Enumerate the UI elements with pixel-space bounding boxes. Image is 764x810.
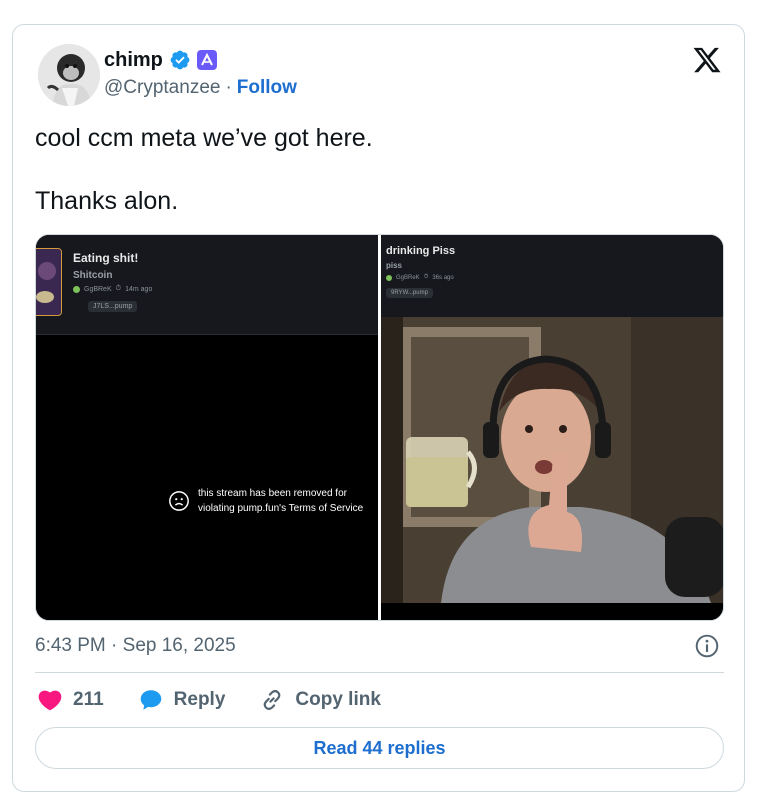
read-replies-button[interactable]: Read 44 replies [35,727,724,769]
clock-icon: ⏱ [115,285,122,292]
contract-chip: J7LS...pump [88,301,138,312]
display-name[interactable]: chimp [104,49,163,72]
stream-header: drinking Piss piss GgBReK ⏱ 36s ago 9RYW… [381,235,723,317]
stream-thumbnail [36,248,62,316]
stream-title: drinking Piss [386,245,456,257]
avatar[interactable] [38,44,100,106]
handle-separator: · [225,77,232,98]
stream-age: 36s ago [432,274,454,281]
follow-button[interactable]: Follow [237,77,297,99]
stream-subtitle: Shitcoin [73,270,113,281]
stream-creator: GgBReK [84,285,112,293]
copy-link-label: Copy link [295,689,381,710]
tweet-media[interactable]: Eating shit! Shitcoin GgBReK ⏱ 14m ago J… [35,234,724,621]
contract-chip: 9RYW...pump [386,288,433,298]
reply-label: Reply [173,689,226,710]
reply-button[interactable]: Reply [138,687,226,713]
handle[interactable]: @Cryptanzee [104,77,220,99]
verified-icon [170,50,190,70]
tweet-text-line-2: Thanks alon. [35,187,179,215]
stream-meta: GgBReK ⏱ 36s ago [386,274,454,281]
stream-meta: GgBReK ⏱ 14m ago [73,285,152,293]
stream-video-frame [381,317,723,603]
media-right-pane[interactable]: drinking Piss piss GgBReK ⏱ 36s ago 9RYW… [381,235,723,620]
tweet-actions: 211 Reply Copy link [37,687,415,713]
stream-subtitle: piss [386,261,403,270]
media-left-pane[interactable]: Eating shit! Shitcoin GgBReK ⏱ 14m ago J… [36,235,378,620]
tweet-timestamp[interactable]: 6:43 PM · Sep 16, 2025 [35,635,236,657]
creator-avatar-icon [386,274,392,281]
like-button[interactable]: 211 [37,687,104,713]
removed-line-2: violating pump.fun's Terms of Service [198,503,364,514]
x-logo-icon[interactable] [692,45,722,75]
divider [35,672,724,673]
creator-avatar-icon [73,285,80,293]
like-count: 211 [73,689,104,710]
stream-age: 14m ago [125,285,153,293]
stream-header: Eating shit! Shitcoin GgBReK ⏱ 14m ago J… [36,235,378,335]
tweet-card: chimp @Cryptanzee · Follow cool ccm meta… [12,24,745,792]
link-icon [264,689,281,711]
copy-link-button[interactable]: Copy link [259,687,381,713]
info-icon[interactable] [694,633,720,659]
clock-icon: ⏱ [423,274,429,280]
stream-removed-notice: this stream has been removed for violati… [168,486,363,516]
heart-icon [38,690,62,711]
removed-line-1: this stream has been removed for [198,488,347,499]
tweet-text-line-1: cool ccm meta we’ve got here. [35,124,373,152]
reply-icon [140,690,161,710]
affiliate-badge-icon[interactable] [196,50,217,70]
stream-creator: GgBReK [396,274,420,281]
sad-face-icon [169,491,189,511]
stream-title: Eating shit! [73,251,139,265]
